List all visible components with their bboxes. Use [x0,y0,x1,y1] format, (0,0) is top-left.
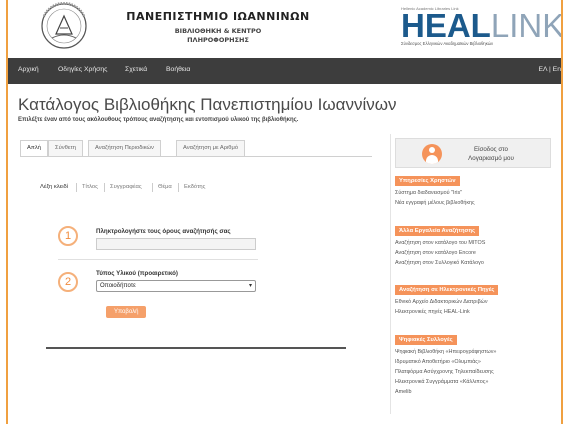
page-frame: ΠΑΝΕΠΙΣΤΗΜΙΟ ΙΩΑΝΝΙΝΩΝ ΒΙΒΛΙΟΘΗΚΗ & ΚΕΝΤ… [6,0,563,424]
search-panel: Απλή Σύνθετη Αναζήτηση Περιοδικών Αναζήτ… [18,134,376,414]
subtab-title[interactable]: Τίτλος [82,184,98,190]
step-divider [58,259,258,260]
link-elearning-platform[interactable]: Πλατφόρμα Ασύγχρονης Τηλεκπαίδευσης [395,369,494,375]
subtab-keyword[interactable]: Λέξη κλειδί [40,184,68,190]
language-switcher[interactable]: ΕΛ | En [538,66,561,73]
link-kallipos-textbooks[interactable]: Ηλεκτρονικά Συγγράμματα «Κάλλιπος» [395,379,488,385]
tab-simple[interactable]: Απλή [20,140,48,157]
tab-underline [20,156,372,157]
search-terms-input[interactable] [96,238,256,250]
material-type-select[interactable]: Οποιοδήποτε ▾ [96,280,256,292]
library-name-line-2: ΠΛΗΡΟΦΟΡΗΣΗΣ [187,36,249,44]
site-header: ΠΑΝΕΠΙΣΤΗΜΙΟ ΙΩΑΝΝΙΝΩΝ ΒΙΒΛΙΟΘΗΚΗ & ΚΕΝΤ… [8,0,561,58]
subtab-publisher[interactable]: Εκδότης [184,184,205,190]
user-avatar-icon [422,144,442,164]
university-name: ΠΑΝΕΠΙΣΤΗΜΙΟ ΙΩΑΝΝΙΝΩΝ [126,10,310,23]
tab-journal-search[interactable]: Αναζήτηση Περιοδικών [88,140,161,156]
section-other-search-tools: Άλλα Εργαλεία Αναζήτησης [395,226,480,236]
link-new-member[interactable]: Νέα εγγραφή μέλους βιβλιοθήκης [395,200,475,206]
link-mitos-catalog[interactable]: Αναζήτηση στον κατάλογο του MITOS [395,240,485,246]
subtab-divider [104,183,105,192]
link-digital-library[interactable]: Ψηφιακή Βιβλιοθήκη «Ηπειρογράφηστων» [395,349,496,355]
submit-button[interactable]: Υποβολή [106,306,147,318]
nav-about[interactable]: Σχετικά [125,66,147,73]
login-box[interactable]: Είσοδος στο Λογαριασμό μου [395,138,551,168]
section-user-services: Υπηρεσίες Χρηστών [395,176,460,186]
material-type-value: Οποιοδήποτε [100,283,136,289]
tab-number-search[interactable]: Αναζήτηση με Αριθμό [176,140,246,156]
material-type-label: Τύπος Υλικού (προαιρετικό) [96,270,178,277]
subtab-divider [178,183,179,192]
library-name-line-1: ΒΙΒΛΙΟΘΗΚΗ & ΚΕΝΤΡΟ [174,27,262,35]
link-union-catalog[interactable]: Αναζήτηση στον Συλλογικό Κατάλογο [395,260,484,266]
university-seal-icon[interactable] [30,1,98,50]
search-terms-label: Πληκτρολογήστε τους όρους αναζήτησής σας [96,228,231,235]
heal-wordmark: HEALLINK [401,7,563,44]
tab-advanced[interactable]: Σύνθετη [48,140,83,156]
chevron-down-icon: ▾ [248,283,252,289]
link-encore-catalog[interactable]: Αναζήτηση στον κατάλογο Encore [395,250,476,256]
link-heal-link-sources[interactable]: Ηλεκτρονικές πηγές HEAL-Link [395,309,470,315]
nav-user-guide[interactable]: Οδηγίες Χρήσης [58,66,107,73]
subtab-divider [152,183,153,192]
subtab-divider [76,183,77,192]
link-phd-archive[interactable]: Εθνικό Αρχείο Διδακτορικών Διατριβών [395,299,488,305]
link-iris-ill[interactable]: Σύστημα διαδανεισμού "Iris" [395,190,462,196]
nav-help[interactable]: Βοήθεια [166,66,190,73]
section-digital-collections: Ψηφιακές Συλλογές [395,335,457,345]
login-label: Είσοδος στο Λογαριασμό μου [468,146,514,162]
page-title: Κατάλογος Βιβλιοθήκης Πανεπιστημίου Ιωαν… [18,95,397,114]
step-2-badge: 2 [58,272,78,292]
page-subtitle: Επιλέξτε έναν από τους ακόλουθους τρόπου… [18,117,299,123]
panel-bottom-rule [46,347,346,349]
subtab-subject[interactable]: Θέμα [158,184,172,190]
heal-link-logo[interactable]: Hellenic Academic Libraries Link HEALLIN… [401,6,563,46]
subtab-author[interactable]: Συγγραφέας [110,184,142,190]
link-amelib[interactable]: Amelib [395,389,411,395]
main-nav: Αρχική Οδηγίες Χρήσης Σχετικά Βοήθεια ΕΛ… [8,58,561,84]
step-1-badge: 1 [58,226,78,246]
nav-home[interactable]: Αρχική [18,66,39,73]
link-olympias-repository[interactable]: Ιδρυματικό Αποθετήριο «Ολυμπιάς» [395,359,481,365]
section-electronic-sources: Αναζήτηση σε Ηλεκτρονικές Πηγές [395,285,499,295]
university-name-block: ΠΑΝΕΠΙΣΤΗΜΙΟ ΙΩΑΝΝΙΝΩΝ ΒΙΒΛΙΟΘΗΚΗ & ΚΕΝΤ… [108,10,328,45]
sidebar: Είσοδος στο Λογαριασμό μου Υπηρεσίες Χρη… [390,134,554,414]
